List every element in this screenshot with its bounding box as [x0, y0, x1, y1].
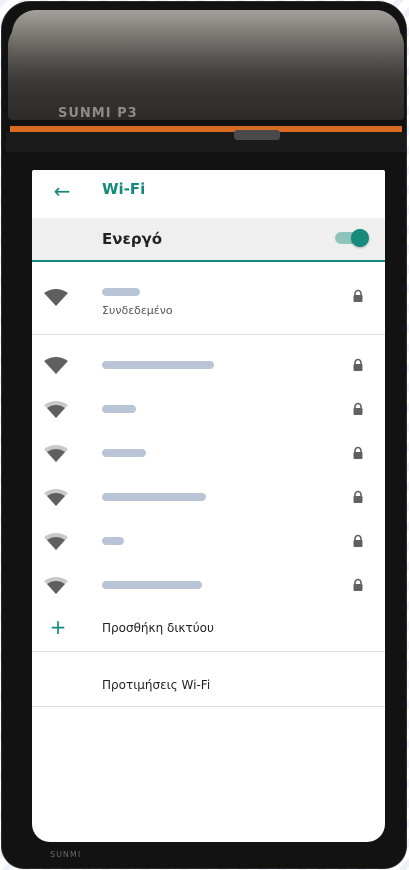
lock-icon	[353, 490, 363, 503]
network-row[interactable]	[32, 343, 385, 387]
add-network-label: Προσθήκη δικτύου	[102, 621, 214, 635]
ssid-redacted	[102, 361, 214, 369]
network-row[interactable]	[32, 475, 385, 519]
ssid-redacted	[102, 537, 124, 545]
lock-icon	[353, 534, 363, 547]
divider	[32, 706, 385, 707]
network-row[interactable]	[32, 431, 385, 475]
page-title: Wi-Fi	[102, 180, 146, 198]
wifi-preferences-row[interactable]: Προτιμήσεις Wi-Fi	[32, 652, 385, 696]
wifi-signal-icon	[44, 489, 68, 506]
wifi-full-signal-icon	[44, 357, 68, 374]
add-network-row[interactable]: + Προσθήκη δικτύου	[32, 607, 385, 651]
plus-icon: +	[49, 615, 67, 639]
ssid-redacted	[102, 405, 136, 413]
wifi-toggle-label: Ενεργό	[102, 230, 163, 248]
connection-status: Συνδεδεμένο	[102, 304, 173, 317]
screen: ← Wi-Fi Ενεργό Συνδεδεμένο + Προσθήκη δι…	[32, 170, 385, 842]
wifi-signal-icon	[44, 533, 68, 550]
network-row-connected[interactable]: Συνδεδεμένο	[32, 262, 385, 335]
wifi-signal-icon	[44, 401, 68, 418]
ssid-redacted	[102, 288, 140, 296]
lock-icon	[353, 446, 363, 459]
network-row[interactable]	[32, 387, 385, 431]
device-accent-stripe	[10, 126, 402, 132]
network-list: Συνδεδεμένο + Προσθήκη δικτύου Προτιμήσε…	[32, 262, 385, 707]
device-brand-label: SUNMI P3	[58, 106, 138, 121]
lock-icon	[353, 358, 363, 371]
wifi-signal-icon	[44, 445, 68, 462]
lock-icon	[353, 578, 363, 591]
wifi-toggle-switch[interactable]	[335, 229, 369, 247]
toggle-thumb	[351, 229, 369, 247]
printer-cover	[12, 10, 400, 70]
lock-icon	[353, 402, 363, 415]
lock-icon	[353, 289, 363, 302]
wifi-master-toggle-row[interactable]: Ενεργό	[32, 218, 385, 262]
app-bar: ← Wi-Fi	[32, 170, 385, 214]
network-row[interactable]	[32, 519, 385, 563]
ssid-redacted	[102, 493, 206, 501]
device-band	[6, 132, 406, 152]
wifi-full-signal-icon	[44, 289, 68, 306]
camera-bump	[234, 130, 280, 140]
bezel-brand-label: SUNMI	[50, 850, 82, 859]
ssid-redacted	[102, 581, 202, 589]
wifi-signal-icon	[44, 577, 68, 594]
wifi-preferences-label: Προτιμήσεις Wi-Fi	[102, 678, 211, 692]
ssid-redacted	[102, 449, 146, 457]
arrow-left-icon[interactable]: ←	[50, 179, 74, 203]
network-row[interactable]	[32, 563, 385, 607]
